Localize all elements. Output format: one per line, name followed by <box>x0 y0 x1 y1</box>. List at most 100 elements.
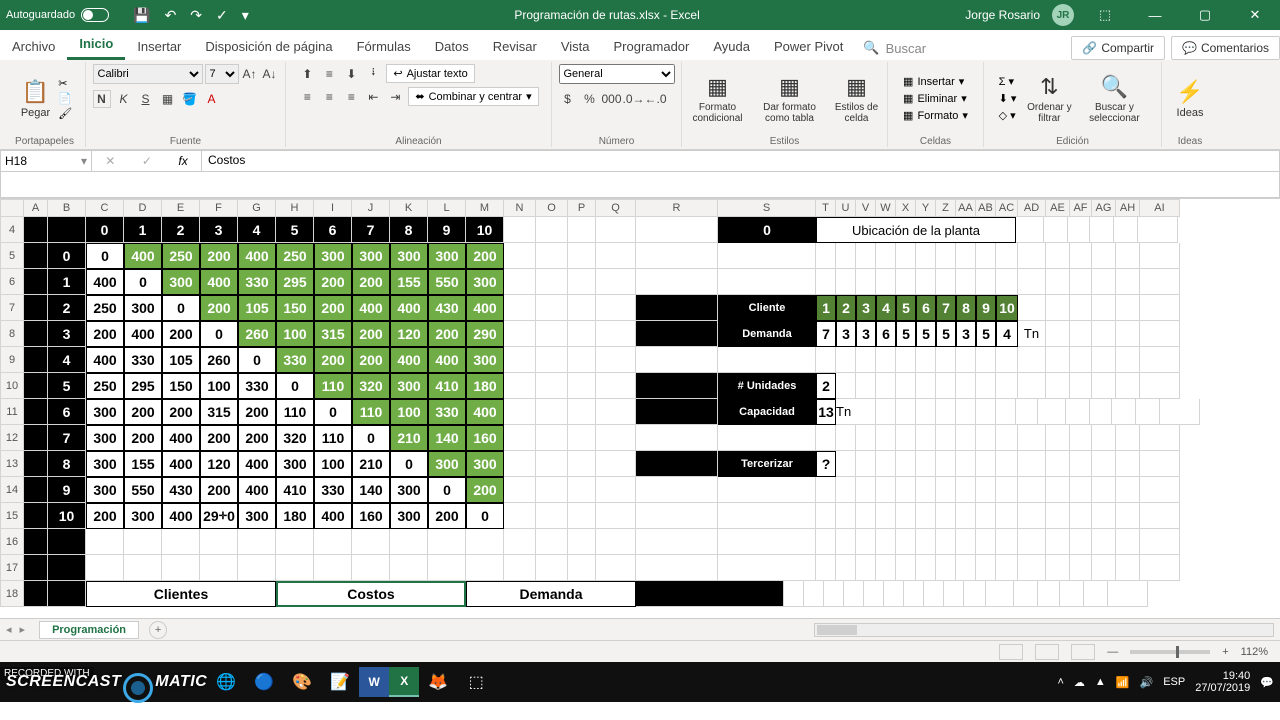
cell[interactable] <box>936 373 956 399</box>
column-header[interactable]: AF <box>1070 199 1092 217</box>
cell[interactable] <box>816 555 836 581</box>
underline-button[interactable]: S <box>137 90 155 108</box>
cell[interactable] <box>936 451 956 477</box>
cell[interactable] <box>976 477 996 503</box>
column-header[interactable]: AG <box>1092 199 1116 217</box>
cell[interactable] <box>596 269 636 295</box>
cell[interactable] <box>86 555 124 581</box>
cell[interactable] <box>718 503 816 529</box>
cell[interactable] <box>836 347 856 373</box>
column-header[interactable]: T <box>816 199 836 217</box>
cell[interactable] <box>200 529 238 555</box>
column-header[interactable]: B <box>48 199 86 217</box>
cell[interactable] <box>856 503 876 529</box>
cell[interactable] <box>936 529 956 555</box>
cell[interactable]: 3 <box>836 321 856 347</box>
cell[interactable] <box>916 243 936 269</box>
cell[interactable] <box>896 243 916 269</box>
cell[interactable]: 300 <box>466 451 504 477</box>
cell[interactable] <box>596 373 636 399</box>
cell[interactable] <box>1136 399 1160 425</box>
cell[interactable]: 300 <box>86 451 124 477</box>
cell[interactable]: 110 <box>314 425 352 451</box>
taskbar-excel-icon[interactable]: X <box>389 667 419 697</box>
cell[interactable] <box>536 451 568 477</box>
cell[interactable]: 300 <box>276 451 314 477</box>
tab-data[interactable]: Datos <box>423 33 481 60</box>
redo-icon[interactable]: ↷ <box>190 7 202 24</box>
row-header[interactable]: 12 <box>0 425 24 451</box>
cell[interactable]: 150 <box>276 295 314 321</box>
cell[interactable] <box>1140 321 1180 347</box>
cell[interactable] <box>1070 269 1092 295</box>
tray-lang-icon[interactable]: ESP <box>1163 676 1185 688</box>
cell[interactable]: 5 <box>976 321 996 347</box>
cell[interactable] <box>568 529 596 555</box>
align-right-icon[interactable]: ≡ <box>342 88 360 106</box>
fill-color-button[interactable]: 🪣 <box>181 90 199 108</box>
cell[interactable] <box>596 503 636 529</box>
cell[interactable] <box>568 321 596 347</box>
sheet-nav-prev[interactable]: ◂ <box>6 623 12 636</box>
row-header[interactable]: 5 <box>0 243 24 269</box>
cell[interactable] <box>856 529 876 555</box>
tab-help[interactable]: Ayuda <box>701 33 762 60</box>
cell[interactable] <box>238 529 276 555</box>
cell[interactable] <box>1018 529 1046 555</box>
cell[interactable] <box>936 269 956 295</box>
cell[interactable] <box>428 529 466 555</box>
cell[interactable] <box>916 555 936 581</box>
cell[interactable] <box>24 321 48 347</box>
cell[interactable]: 200 <box>162 321 200 347</box>
cell[interactable]: 180 <box>466 373 504 399</box>
cell[interactable]: 300 <box>86 477 124 503</box>
cell[interactable] <box>1038 399 1066 425</box>
cell[interactable] <box>1018 503 1046 529</box>
cell[interactable] <box>896 503 916 529</box>
cell[interactable] <box>896 347 916 373</box>
cell[interactable] <box>944 581 964 607</box>
cell[interactable]: 320 <box>276 425 314 451</box>
cell[interactable]: 200 <box>352 269 390 295</box>
cell[interactable]: 6 <box>916 295 936 321</box>
cell[interactable] <box>956 269 976 295</box>
cell[interactable] <box>856 347 876 373</box>
cell[interactable]: 300 <box>390 503 428 529</box>
cell[interactable]: 5 <box>916 321 936 347</box>
cell[interactable]: 330 <box>428 399 466 425</box>
cell[interactable] <box>804 581 824 607</box>
row-header[interactable]: 17 <box>0 555 24 581</box>
cell[interactable] <box>1018 373 1046 399</box>
cell[interactable]: 300 <box>86 425 124 451</box>
cell[interactable] <box>1066 399 1090 425</box>
paste-button[interactable]: 📋Pegar <box>17 77 54 121</box>
cell[interactable]: 300 <box>390 243 428 269</box>
cell[interactable]: 295 <box>124 373 162 399</box>
cell[interactable]: 330 <box>238 373 276 399</box>
user-avatar[interactable]: JR <box>1052 4 1074 26</box>
cell[interactable] <box>504 295 536 321</box>
cell[interactable]: 200 <box>314 347 352 373</box>
cell[interactable] <box>568 373 596 399</box>
cell[interactable] <box>956 425 976 451</box>
cell[interactable]: 155 <box>390 269 428 295</box>
normal-view-icon[interactable] <box>999 644 1023 660</box>
enter-formula-icon[interactable]: ✓ <box>142 154 152 168</box>
cell[interactable]: 9 <box>428 217 466 243</box>
cell[interactable] <box>856 269 876 295</box>
cell[interactable]: 400 <box>86 269 124 295</box>
cell[interactable] <box>466 555 504 581</box>
cell[interactable]: 200 <box>238 425 276 451</box>
align-middle-icon[interactable]: ≡ <box>320 65 338 83</box>
column-header[interactable]: AD <box>1018 199 1046 217</box>
cell[interactable] <box>1092 477 1116 503</box>
cell[interactable]: 1 <box>124 217 162 243</box>
cell[interactable] <box>24 269 48 295</box>
cell[interactable]: ? <box>816 451 836 477</box>
thousands-icon[interactable]: 000 <box>603 90 621 108</box>
cut-icon[interactable]: ✂ <box>58 77 72 90</box>
column-header[interactable]: AA <box>956 199 976 217</box>
cell[interactable] <box>876 555 896 581</box>
cell[interactable]: 100 <box>200 373 238 399</box>
cell[interactable] <box>466 529 504 555</box>
